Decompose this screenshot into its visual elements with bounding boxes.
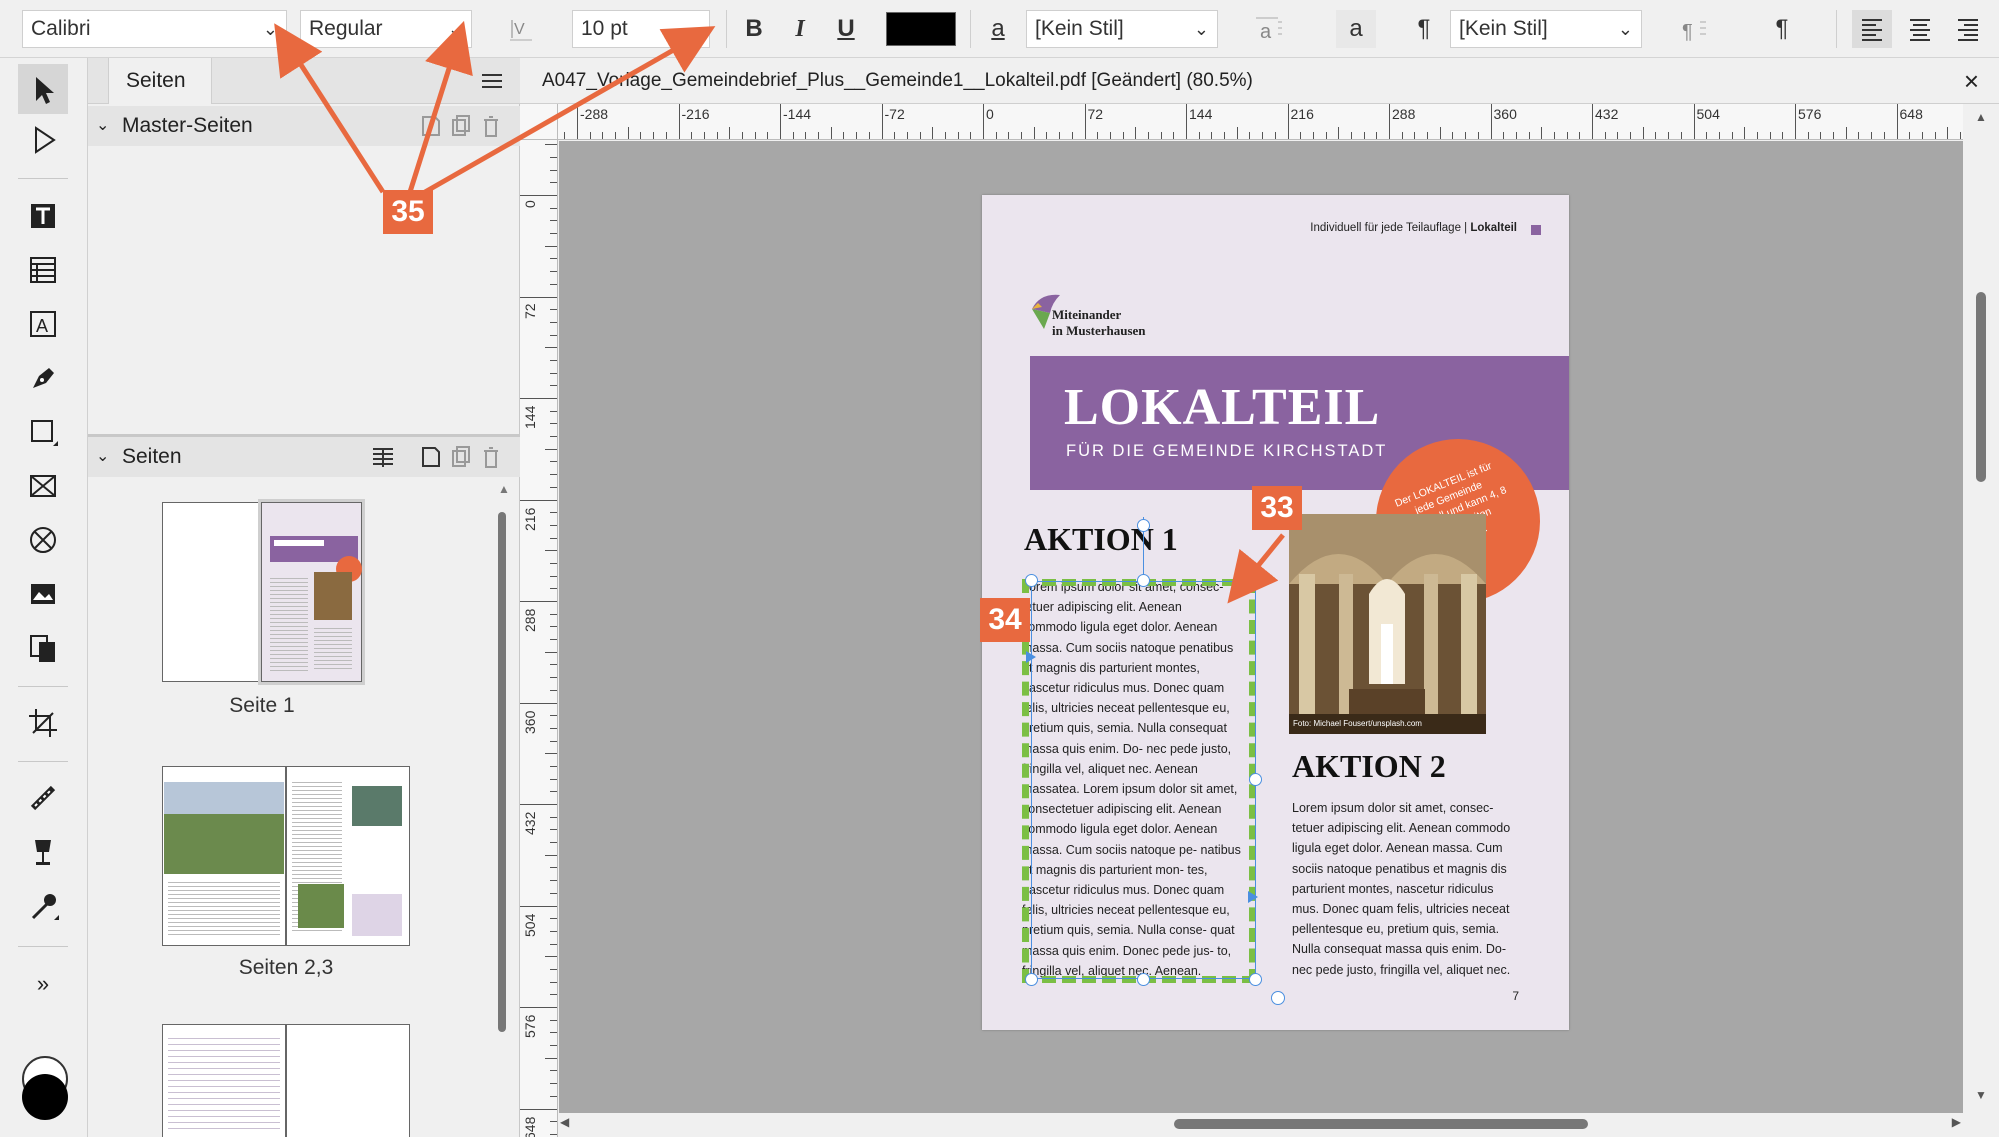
callout-badge-35: 35 (383, 190, 433, 234)
callout-arrows (274, 20, 1285, 604)
callout-badge-33: 33 (1252, 486, 1302, 530)
callout-badge-34: 34 (980, 598, 1030, 642)
